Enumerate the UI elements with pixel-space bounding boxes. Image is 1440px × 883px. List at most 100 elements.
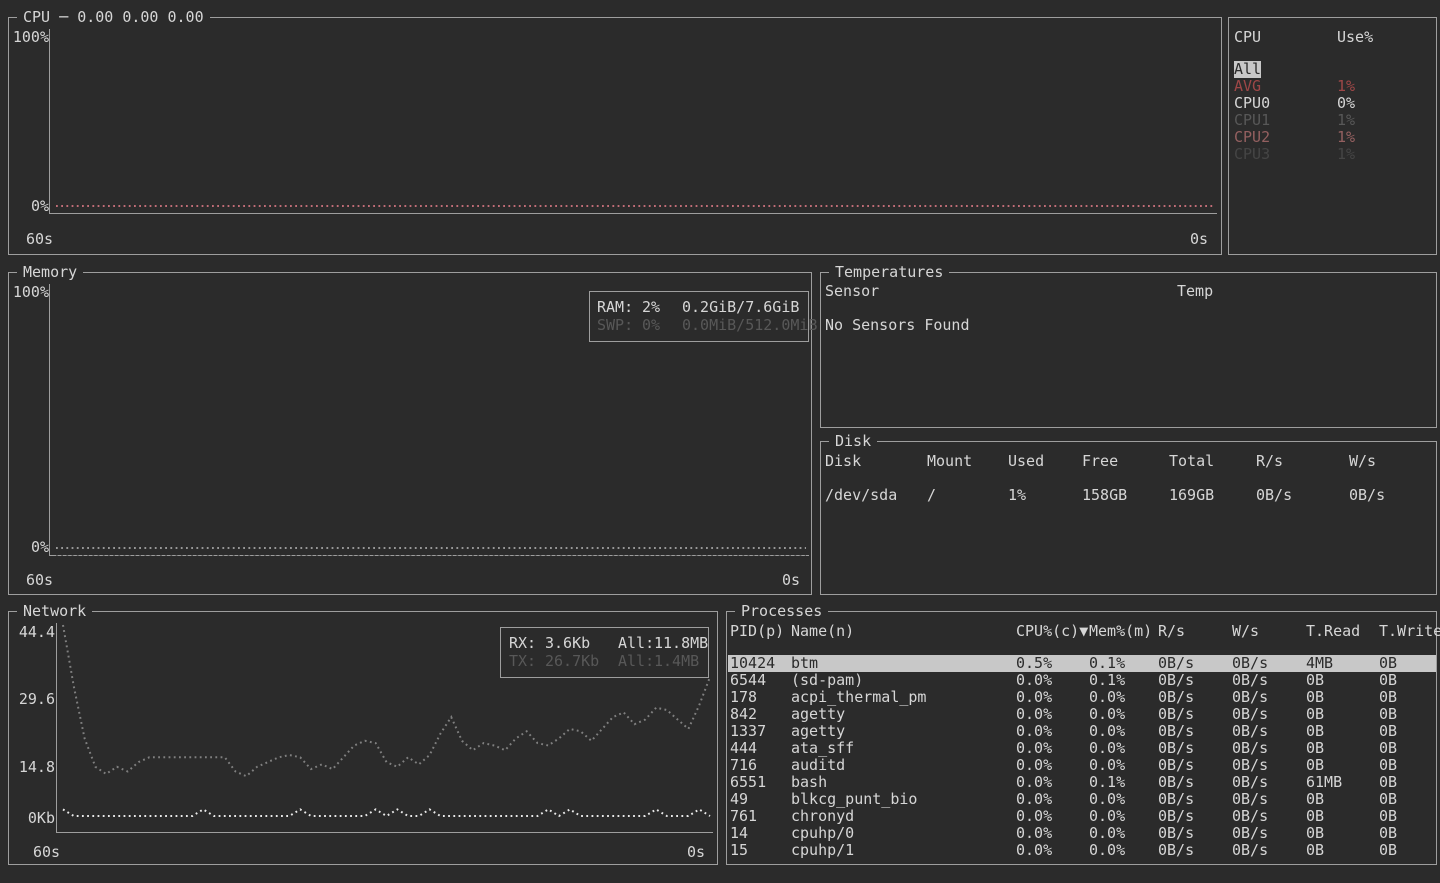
swp-percent: 0% [642,317,660,334]
memory-y-max-label: 100% [11,284,49,301]
proc-cell: 0.1% [1089,655,1125,672]
proc-header-cpu-c-[interactable]: CPU%(c)▼ [1016,623,1088,640]
processes-panel-title: Processes [735,603,828,620]
proc-cell: 0B [1379,706,1397,723]
proc-cell: 0.0% [1016,672,1052,689]
cpu-x-left-label: 60s [26,231,53,248]
rx-label: RX: [509,635,536,652]
disk-header-r-s[interactable]: R/s [1256,453,1283,470]
cpu-panel[interactable]: CPU ─ 0.00 0.00 0.00 100% 0% 60s 0s [8,17,1222,255]
memory-panel[interactable]: Memory 100% 0% 60s 0s RAM: 2% 0.2GiB/7.6… [8,272,812,595]
disk-cell: 0B/s [1256,487,1292,504]
proc-cell: 0.0% [1016,774,1052,791]
proc-cell: 10424 [730,655,775,672]
disk-cell: /dev/sda [825,487,897,504]
proc-cell: 0B/s [1232,842,1268,859]
cpu-legend-row-cpu0[interactable]: CPU0 [1234,95,1270,112]
tx-label: TX: [509,653,536,670]
proc-cell: 178 [730,689,757,706]
proc-cell: blkcg_punt_bio [791,791,917,808]
proc-cell: 0B [1379,842,1397,859]
proc-cell: 0B [1306,842,1324,859]
proc-header-name-n-[interactable]: Name(n) [791,623,854,640]
memory-y-min-label: 0% [11,539,49,556]
processes-panel[interactable]: Processes PID(p)Name(n)CPU%(c)▼Mem%(m)R/… [726,611,1437,865]
proc-header-t-read[interactable]: T.Read [1306,623,1360,640]
network-panel-title: Network [17,603,92,620]
proc-cell: 0B [1306,791,1324,808]
proc-cell: 0B/s [1158,808,1194,825]
disk-cell: 169GB [1169,487,1214,504]
proc-cell: cpuhp/0 [791,825,854,842]
disk-header-used[interactable]: Used [1008,453,1044,470]
proc-header-w-s[interactable]: W/s [1232,623,1259,640]
cpu-legend-row-all[interactable]: All [1234,61,1261,78]
proc-cell: 0B/s [1232,740,1268,757]
btm-system-monitor: CPU ─ 0.00 0.00 0.00 100% 0% 60s 0s CPU … [0,0,1440,883]
cpu-chart-axis [49,29,1217,214]
network-y-label-0: 0Kb [15,810,55,827]
cpu-legend-panel[interactable]: CPU Use% AllAVG1%CPU00%CPU11%CPU21%CPU31… [1228,17,1437,255]
temp-header-temp: Temp [1177,283,1213,300]
proc-cell: 0.1% [1089,672,1125,689]
cpu-y-max-label: 100% [11,29,49,46]
proc-cell: 0B [1306,808,1324,825]
disk-header-disk[interactable]: Disk [825,453,861,470]
proc-cell: 0B [1306,689,1324,706]
proc-cell: 1337 [730,723,766,740]
proc-cell: 61MB [1306,774,1342,791]
network-series-rx [63,809,710,816]
proc-cell: 0B/s [1158,825,1194,842]
cpu-load-average: 0.00 0.00 0.00 [77,8,203,26]
temp-empty-message: No Sensors Found [825,317,970,334]
proc-cell: 0.0% [1089,791,1125,808]
disk-panel-title: Disk [829,433,877,450]
cpu-legend-row-cpu1[interactable]: CPU1 [1234,112,1270,129]
proc-cell: 0B [1306,723,1324,740]
network-panel[interactable]: Network 44.4 29.6 14.8 0Kb 60s 0s RX: 3.… [8,611,718,865]
proc-cell: 0B/s [1232,774,1268,791]
disk-panel[interactable]: Disk DiskMountUsedFreeTotalR/sW/s /dev/s… [820,441,1437,595]
proc-cell: 0B/s [1158,842,1194,859]
proc-cell: 0B [1379,825,1397,842]
proc-cell: 0B/s [1232,672,1268,689]
disk-cell: 158GB [1082,487,1127,504]
proc-header-t-write[interactable]: T.Write [1379,623,1440,640]
proc-cell: acpi_thermal_pm [791,689,926,706]
disk-header-total[interactable]: Total [1169,453,1214,470]
proc-cell: 15 [730,842,748,859]
cpu-legend-row-cpu3[interactable]: CPU3 [1234,146,1270,163]
disk-header-mount[interactable]: Mount [927,453,972,470]
cpu-legend-header-use: Use% [1337,29,1373,46]
proc-cell: auditd [791,757,845,774]
process-row-selected[interactable]: 10424btm0.5%0.1%0B/s0B/s4MB0B [728,655,1436,672]
proc-cell: 0.0% [1016,740,1052,757]
disk-header-w-s[interactable]: W/s [1349,453,1376,470]
proc-cell: cpuhp/1 [791,842,854,859]
proc-cell: 0.0% [1016,825,1052,842]
proc-cell: 0B [1379,774,1397,791]
proc-cell: 0B [1379,672,1397,689]
disk-header-free[interactable]: Free [1082,453,1118,470]
proc-cell: 0B/s [1158,689,1194,706]
proc-header-pid-p-[interactable]: PID(p) [730,623,784,640]
proc-cell: 0B [1306,825,1324,842]
proc-cell: ata_sff [791,740,854,757]
cpu-legend-header-cpu: CPU [1234,29,1261,46]
tx-all-label: All: [618,653,654,670]
proc-header-mem-m-[interactable]: Mem%(m) [1089,623,1152,640]
proc-header-r-s[interactable]: R/s [1158,623,1185,640]
cpu-legend-row-cpu2[interactable]: CPU2 [1234,129,1270,146]
proc-cell: 0.0% [1016,706,1052,723]
proc-cell: 0.0% [1016,723,1052,740]
memory-legend: RAM: 2% 0.2GiB/7.6GiB SWP: 0% 0.0MiB/512… [589,291,809,342]
proc-cell: 0B/s [1232,655,1268,672]
proc-cell: 0B [1379,655,1397,672]
cpu-legend-use-cpu0: 0% [1337,95,1355,112]
cpu-legend-use-avg: 1% [1337,78,1355,95]
memory-x-right-label: 0s [782,572,800,589]
temperatures-panel[interactable]: Temperatures Sensor Temp No Sensors Foun… [820,272,1437,428]
proc-cell: 0B/s [1232,791,1268,808]
cpu-legend-row-avg[interactable]: AVG [1234,78,1261,95]
ram-detail: 0.2GiB/7.6GiB [682,299,799,316]
